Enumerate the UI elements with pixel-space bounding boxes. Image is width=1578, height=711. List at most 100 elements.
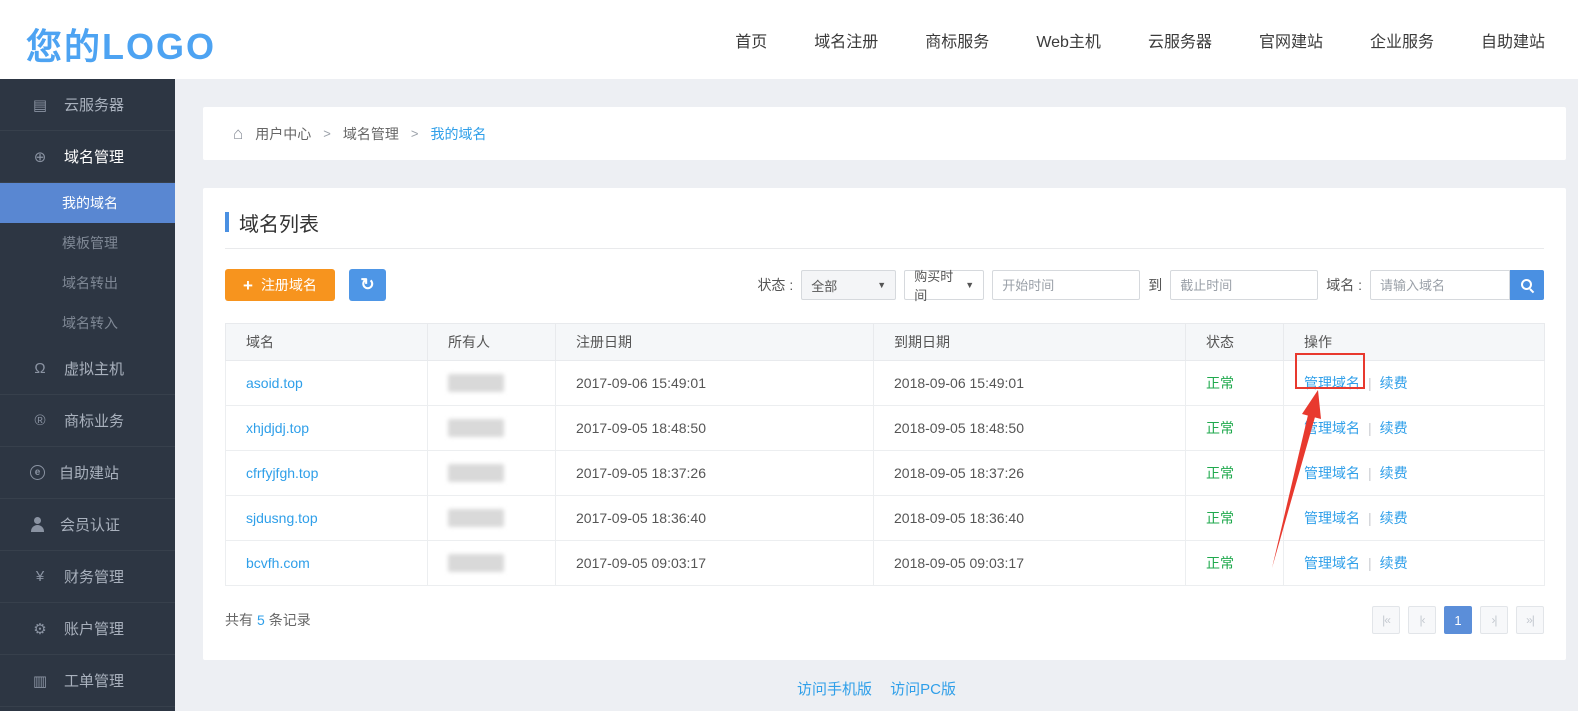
time-field-value: 购买时间 [914,266,959,304]
sidebar-subitem-my-domains[interactable]: 我的域名 [0,183,175,223]
owner-redacted [448,374,504,392]
pagination-prev-button[interactable]: |‹ [1408,606,1436,634]
status-select[interactable]: 全部 ▼ [801,270,896,300]
start-date-input[interactable] [992,270,1140,300]
time-field-select[interactable]: 购买时间 ▼ [904,270,984,300]
toolbar: + 注册域名 ↻ 状态 : 全部 ▼ 购买时间 ▼ 到 域名 : [225,269,1544,301]
nav-domain-register[interactable]: 域名注册 [814,28,878,52]
register-domain-label: 注册域名 [261,275,317,295]
sidebar-item-cloud-server[interactable]: ▤ 云服务器 [0,79,175,131]
column-header-owner: 所有人 [428,324,556,361]
renew-link[interactable]: 续费 [1380,555,1408,571]
table-header-row: 域名 所有人 注册日期 到期日期 状态 操作 [226,324,1545,361]
action-separator: | [1368,510,1372,526]
status-filter-label: 状态 : [757,275,793,295]
owner-redacted [448,509,504,527]
renew-link[interactable]: 续费 [1380,420,1408,436]
member-icon [30,517,46,532]
sidebar-subitem-template-management[interactable]: 模板管理 [0,223,175,263]
sidebar-item-ticket-management[interactable]: ▥ 工单管理 [0,655,175,707]
nav-self-build[interactable]: 自助建站 [1481,28,1545,52]
nav-trademark-service[interactable]: 商标服务 [925,28,989,52]
title-divider [225,248,1544,249]
server-icon: ▤ [30,96,50,114]
nav-web-hosting[interactable]: Web主机 [1036,28,1101,52]
domain-search-input[interactable] [1370,270,1510,300]
headset-icon: Ω [30,360,50,377]
sidebar-item-label: 云服务器 [64,94,124,115]
summary-suffix: 条记录 [269,612,311,628]
pagination-next-button[interactable]: ›| [1480,606,1508,634]
sidebar-item-domain-management[interactable]: ⊕ 域名管理 [0,131,175,183]
sidebar-item-label: 账户管理 [64,618,124,639]
manage-domain-link[interactable]: 管理域名 [1304,510,1360,526]
expire-date: 2018-09-05 18:37:26 [874,451,1186,496]
breadcrumb-my-domains[interactable]: 我的域名 [430,124,486,144]
nav-official-site[interactable]: 官网建站 [1259,28,1323,52]
nav-cloud-server[interactable]: 云服务器 [1148,28,1212,52]
renew-link[interactable]: 续费 [1380,510,1408,526]
breadcrumb-separator: > [323,126,331,141]
sidebar: ▤ 云服务器 ⊕ 域名管理 我的域名 模板管理 域名转出 域名转入 Ω 虚拟主机… [0,79,175,711]
refresh-button[interactable]: ↻ [349,269,386,301]
sidebar-item-virtual-host[interactable]: Ω 虚拟主机 [0,343,175,395]
domain-link[interactable]: asoid.top [246,375,303,391]
end-date-input[interactable] [1170,270,1318,300]
registered-date: 2017-09-06 15:49:01 [556,361,874,406]
sidebar-item-finance-management[interactable]: ¥ 财务管理 [0,551,175,603]
expire-date: 2018-09-05 09:03:17 [874,541,1186,586]
manage-domain-link[interactable]: 管理域名 [1304,555,1360,571]
domain-link[interactable]: sjdusng.top [246,510,318,526]
breadcrumb: ⌂ 用户中心 > 域名管理 > 我的域名 [203,107,1566,160]
nav-enterprise-service[interactable]: 企业服务 [1370,28,1434,52]
sidebar-subitem-domain-transfer-out[interactable]: 域名转出 [0,263,175,303]
pagination-page-1[interactable]: 1 [1444,606,1472,634]
manage-domain-link[interactable]: 管理域名 [1304,420,1360,436]
expire-date: 2018-09-05 18:48:50 [874,406,1186,451]
expire-date: 2018-09-06 15:49:01 [874,361,1186,406]
domain-link[interactable]: xhjdjdj.top [246,420,309,436]
breadcrumb-user-center[interactable]: 用户中心 [255,124,311,144]
sidebar-item-account-management[interactable]: ⚙ 账户管理 [0,603,175,655]
manage-domain-link[interactable]: 管理域名 [1304,465,1360,481]
sidebar-item-self-build-site[interactable]: e 自助建站 [0,447,175,499]
pagination-last-button[interactable]: »| [1516,606,1544,634]
nav-home[interactable]: 首页 [735,28,767,52]
sidebar-item-label: 商标业务 [64,410,124,431]
footer-pc-link[interactable]: 访问PC版 [890,681,956,698]
pagination-first-button[interactable]: |« [1372,606,1400,634]
domain-filter-label: 域名 : [1326,275,1362,295]
owner-redacted [448,554,504,572]
manage-domain-link[interactable]: 管理域名 [1304,375,1360,391]
sidebar-item-label: 虚拟主机 [64,358,124,379]
search-button[interactable] [1510,270,1544,300]
status-badge: 正常 [1206,375,1234,391]
domain-link[interactable]: bcvfh.com [246,555,310,571]
sidebar-item-label: 域名管理 [64,146,124,167]
yen-icon: ¥ [30,568,50,585]
chevron-down-icon: ▼ [965,280,974,290]
footer-mobile-link[interactable]: 访问手机版 [797,681,872,698]
refresh-icon: ↻ [360,275,374,295]
action-separator: | [1368,420,1372,436]
expire-date: 2018-09-05 18:36:40 [874,496,1186,541]
renew-link[interactable]: 续费 [1380,375,1408,391]
sidebar-item-trademark-business[interactable]: ® 商标业务 [0,395,175,447]
register-domain-button[interactable]: + 注册域名 [225,269,335,301]
top-header: 您的LOGO 首页 域名注册 商标服务 Web主机 云服务器 官网建站 企业服务… [0,0,1578,79]
table-row: cfrfyjfgh.top 2017-09-05 18:37:26 2018-0… [226,451,1545,496]
breadcrumb-domain-management[interactable]: 域名管理 [343,124,399,144]
renew-link[interactable]: 续费 [1380,465,1408,481]
status-badge: 正常 [1206,465,1234,481]
column-header-registered: 注册日期 [556,324,874,361]
registered-date: 2017-09-05 09:03:17 [556,541,874,586]
sidebar-item-label: 工单管理 [64,670,124,691]
sidebar-item-member-verification[interactable]: 会员认证 [0,499,175,551]
sidebar-subitem-domain-transfer-in[interactable]: 域名转入 [0,303,175,343]
site-logo: 您的LOGO [26,18,216,70]
trademark-icon: ® [30,412,50,429]
page-footer: 访问手机版 访问PC版 [175,678,1578,699]
domain-link[interactable]: cfrfyjfgh.top [246,465,318,481]
action-separator: | [1368,465,1372,481]
summary-prefix: 共有 [225,612,253,628]
